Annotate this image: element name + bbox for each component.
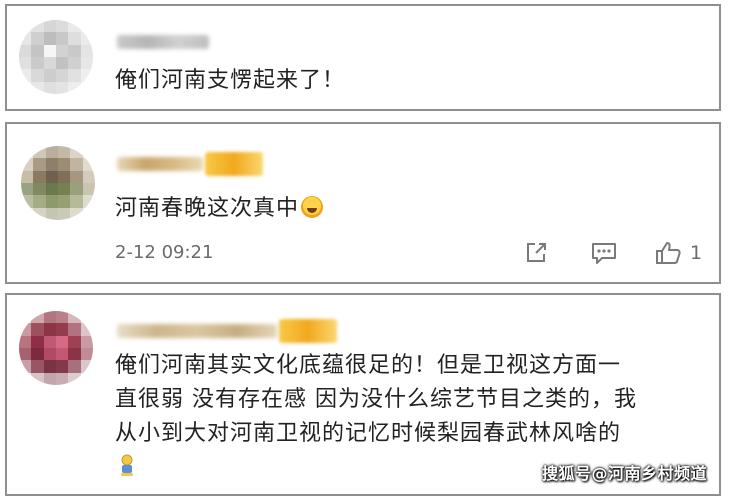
watermark: 搜狐号@河南乡村频道	[541, 464, 707, 483]
avatar[interactable]	[21, 146, 95, 220]
comment-button[interactable]	[590, 240, 618, 266]
comment-card-3: 俺们河南其实文化底蕴很足的！但是卫视这方面一 直很弱 没有存在感 因为没什么综艺…	[5, 293, 721, 496]
comment-icon	[592, 243, 616, 264]
username-blurred[interactable]	[117, 152, 263, 176]
username-blurred[interactable]	[117, 319, 337, 343]
share-button[interactable]	[523, 240, 549, 266]
comment-timestamp: 2-12 09:21	[115, 242, 214, 263]
comment-card-2: 河南春晚这次真中 2-12 09:21 1	[5, 122, 721, 284]
comment-line: 从小到大对河南卫视的记忆时候梨园春武林风啥的	[115, 421, 622, 446]
like-count: 1	[690, 242, 703, 264]
username-blurred[interactable]	[117, 32, 209, 52]
share-icon	[527, 243, 546, 262]
comment-text: 俺们河南其实文化底蕴很足的！但是卫视这方面一 直很弱 没有存在感 因为没什么综艺…	[115, 349, 637, 451]
comment-line: 俺们河南其实文化底蕴很足的！但是卫视这方面一	[115, 353, 622, 378]
comment-text: 河南春晚这次真中	[115, 192, 324, 226]
avatar[interactable]	[19, 20, 93, 94]
comment-line: 直很弱 没有存在感 因为没什么综艺节目之类的，我	[115, 387, 637, 412]
comment-card-1: 俺们河南支愣起来了！	[5, 4, 721, 111]
like-button[interactable]: 1	[654, 240, 702, 266]
user-badge	[205, 152, 263, 176]
figure-emoji-icon	[121, 454, 133, 476]
comment-text: 俺们河南支愣起来了！	[115, 68, 346, 93]
avatar[interactable]	[19, 311, 93, 385]
thumbs-up-icon	[656, 242, 681, 264]
user-badge	[279, 319, 337, 343]
laughing-emoji-icon	[301, 196, 324, 218]
